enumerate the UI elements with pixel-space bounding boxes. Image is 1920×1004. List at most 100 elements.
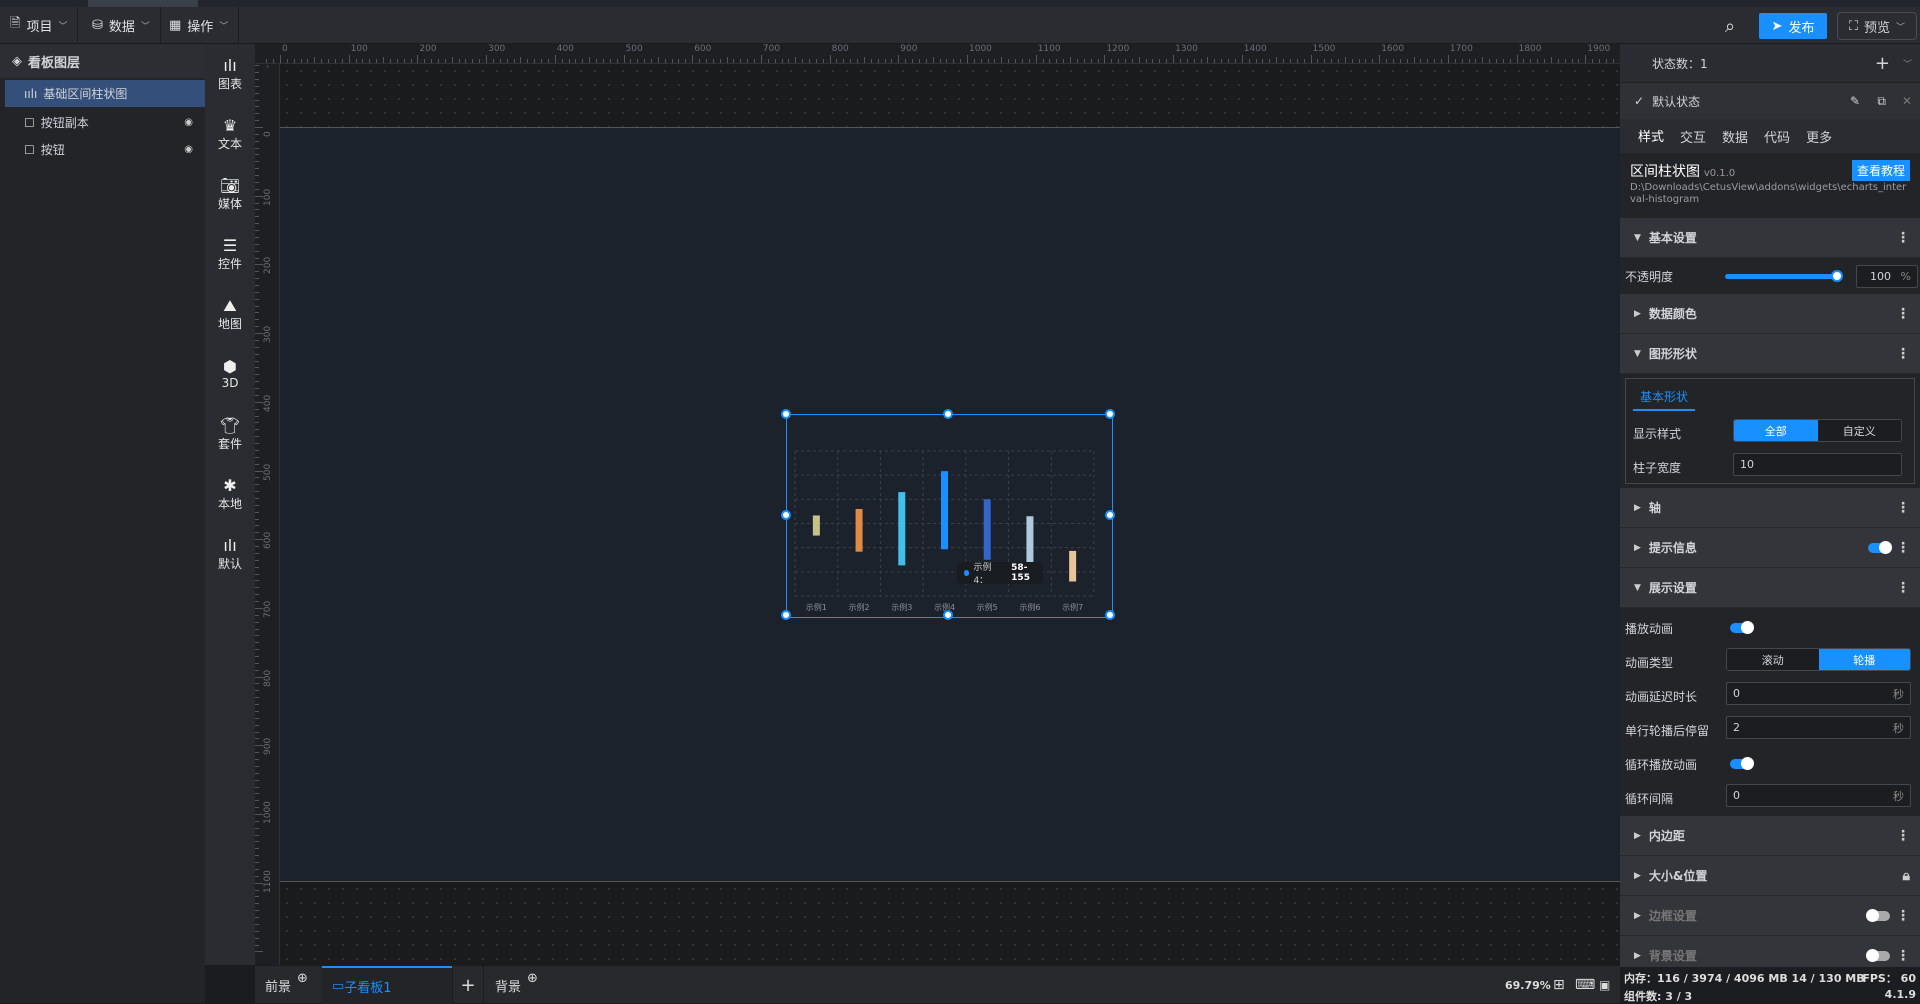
tab-foreground[interactable]: 前景⊕ [265, 966, 308, 1004]
section-display[interactable]: ▼展示设置⋮ [1620, 568, 1920, 608]
component-local[interactable]: ✱本地 [205, 464, 255, 524]
component-suite[interactable]: 👕︎套件 [205, 404, 255, 464]
tooltip-toggle[interactable] [1868, 543, 1890, 553]
tab-2[interactable]: 数据 [1714, 119, 1756, 154]
terminal-icon[interactable]: ▣ [1599, 966, 1610, 1004]
tab-background[interactable]: 背景⊕ [495, 966, 538, 1004]
resize-handle[interactable] [1105, 409, 1115, 419]
x-tick-label: 示例6 [1019, 602, 1040, 612]
slider-handle[interactable] [1831, 270, 1843, 282]
resize-handle[interactable] [1105, 610, 1115, 620]
copy-icon[interactable]: ⧉ [1877, 94, 1886, 109]
keyboard-icon[interactable]: ⌨ [1575, 966, 1595, 1004]
more-icon[interactable]: ⋮ [1896, 500, 1910, 516]
menu-operation[interactable]: ▦操作﹀ [159, 7, 239, 43]
tab-3[interactable]: 代码 [1756, 119, 1798, 154]
publish-button[interactable]: ➤发布 [1759, 13, 1827, 39]
section-border[interactable]: ▶边框设置⋮ [1620, 896, 1920, 936]
selected-widget[interactable]: 示例1示例2示例3示例4示例5示例6示例7 [786, 414, 1113, 618]
more-icon[interactable]: ⋮ [1896, 948, 1910, 964]
display-style-toggle[interactable]: 全部自定义 [1733, 419, 1902, 442]
more-icon[interactable]: ⋮ [1896, 828, 1910, 844]
fit-screen-icon[interactable]: ⊞ [1553, 966, 1565, 1004]
opacity-slider[interactable] [1725, 274, 1837, 279]
section-padding[interactable]: ▶内边距⋮ [1620, 816, 1920, 856]
section-background[interactable]: ▶背景设置⋮ [1620, 936, 1920, 967]
eye-hidden-icon[interactable]: ◉ [184, 144, 193, 155]
more-icon[interactable]: ⋮ [1896, 540, 1910, 556]
ruler-tick [424, 59, 425, 63]
delay-input[interactable]: 0秒 [1726, 682, 1911, 705]
option-scroll[interactable]: 滚动 [1727, 649, 1819, 670]
chevron-down-icon[interactable]: ﹀ [1903, 57, 1912, 70]
component-map[interactable]: ⛰︎地图 [205, 284, 255, 344]
ruler-tick [953, 59, 954, 63]
more-icon[interactable]: ⋮ [1896, 306, 1910, 322]
bg-toggle[interactable] [1868, 951, 1890, 961]
play-anim-toggle[interactable] [1730, 623, 1752, 633]
section-basic[interactable]: ▼基本设置⋮ [1620, 218, 1920, 258]
section-shape[interactable]: ▼图形形状⋮ [1620, 334, 1920, 374]
component-chart[interactable]: ılı图表 [205, 44, 255, 104]
component-text[interactable]: ♛文本 [205, 104, 255, 164]
layers-header: ◈看板图层 [0, 44, 205, 78]
add-state-icon[interactable]: + [1875, 53, 1890, 74]
section-axis[interactable]: ▶轴⋮ [1620, 488, 1920, 528]
preview-button[interactable]: ⛶预览﹀ [1837, 12, 1917, 40]
ruler-tick [1276, 57, 1277, 63]
tab-sub-board[interactable]: ▭ 子看板1 [322, 966, 452, 1004]
add-board-button[interactable]: + [452, 966, 484, 1004]
tab-basic-shape[interactable]: 基本形状 [1633, 384, 1695, 411]
option-custom[interactable]: 自定义 [1818, 420, 1902, 441]
more-icon[interactable]: ⋮ [1896, 908, 1910, 924]
edit-icon[interactable]: ✎ [1850, 94, 1860, 108]
border-toggle[interactable] [1868, 911, 1890, 921]
tab-0[interactable]: 样式 [1630, 118, 1672, 155]
window-tab[interactable] [88, 0, 198, 7]
interval-input[interactable]: 0秒 [1726, 784, 1911, 807]
stay-input[interactable]: 2秒 [1726, 716, 1911, 739]
option-carousel[interactable]: 轮播 [1819, 649, 1911, 670]
ruler-tick [255, 203, 259, 204]
component-media[interactable]: 📷︎媒体 [205, 164, 255, 224]
add-circle-icon[interactable]: ⊕ [527, 971, 538, 986]
anim-type-toggle[interactable]: 滚动轮播 [1726, 648, 1911, 671]
component-control[interactable]: ☰控件 [205, 224, 255, 284]
resize-handle[interactable] [781, 510, 791, 520]
resize-handle[interactable] [1105, 510, 1115, 520]
delay-value: 0 [1733, 687, 1740, 700]
ruler-tick [255, 738, 259, 739]
section-data-color[interactable]: ▶数据颜色⋮ [1620, 294, 1920, 334]
add-circle-icon[interactable]: ⊕ [297, 971, 308, 986]
opacity-input[interactable]: 100% [1856, 265, 1918, 288]
search-icon[interactable]: ⌕ [1725, 16, 1735, 37]
more-icon[interactable]: ⋮ [1896, 346, 1910, 362]
resize-handle[interactable] [781, 610, 791, 620]
bar-width-input[interactable]: 10 [1733, 453, 1902, 476]
resize-handle[interactable] [943, 409, 953, 419]
close-icon[interactable]: ✕ [1902, 94, 1912, 108]
tutorial-button[interactable]: 查看教程 [1852, 160, 1910, 181]
ruler-tick [1523, 59, 1524, 63]
layer-item[interactable]: ☐按钮副本◉ [0, 109, 205, 136]
section-tooltip[interactable]: ▶提示信息⋮ [1620, 528, 1920, 568]
option-all[interactable]: 全部 [1734, 420, 1818, 441]
eye-hidden-icon[interactable]: ◉ [184, 117, 193, 128]
lock-icon[interactable]: 🔒︎ [1903, 868, 1910, 884]
loop-toggle[interactable] [1730, 759, 1752, 769]
tab-4[interactable]: 更多 [1798, 119, 1840, 154]
component-3d[interactable]: ⬢3D [205, 344, 255, 404]
menu-data[interactable]: ⛁数据﹀ [82, 7, 161, 43]
component-default[interactable]: ılı默认 [205, 524, 255, 584]
menu-project[interactable]: 🗎项目﹀ [0, 7, 78, 43]
resize-handle[interactable] [943, 610, 953, 620]
layer-item[interactable]: ☐按钮◉ [0, 136, 205, 163]
resize-handle[interactable] [781, 409, 791, 419]
default-state-row[interactable]: ✓默认状态✎⧉✕ [1620, 83, 1920, 119]
more-icon[interactable]: ⋮ [1896, 230, 1910, 246]
more-icon[interactable]: ⋮ [1896, 580, 1910, 596]
section-size-position[interactable]: ▶大小&位置🔒︎ [1620, 856, 1920, 896]
ruler-tick [255, 299, 259, 300]
tab-1[interactable]: 交互 [1672, 119, 1714, 154]
layer-item[interactable]: ıılı基础区间柱状图 [5, 80, 205, 107]
